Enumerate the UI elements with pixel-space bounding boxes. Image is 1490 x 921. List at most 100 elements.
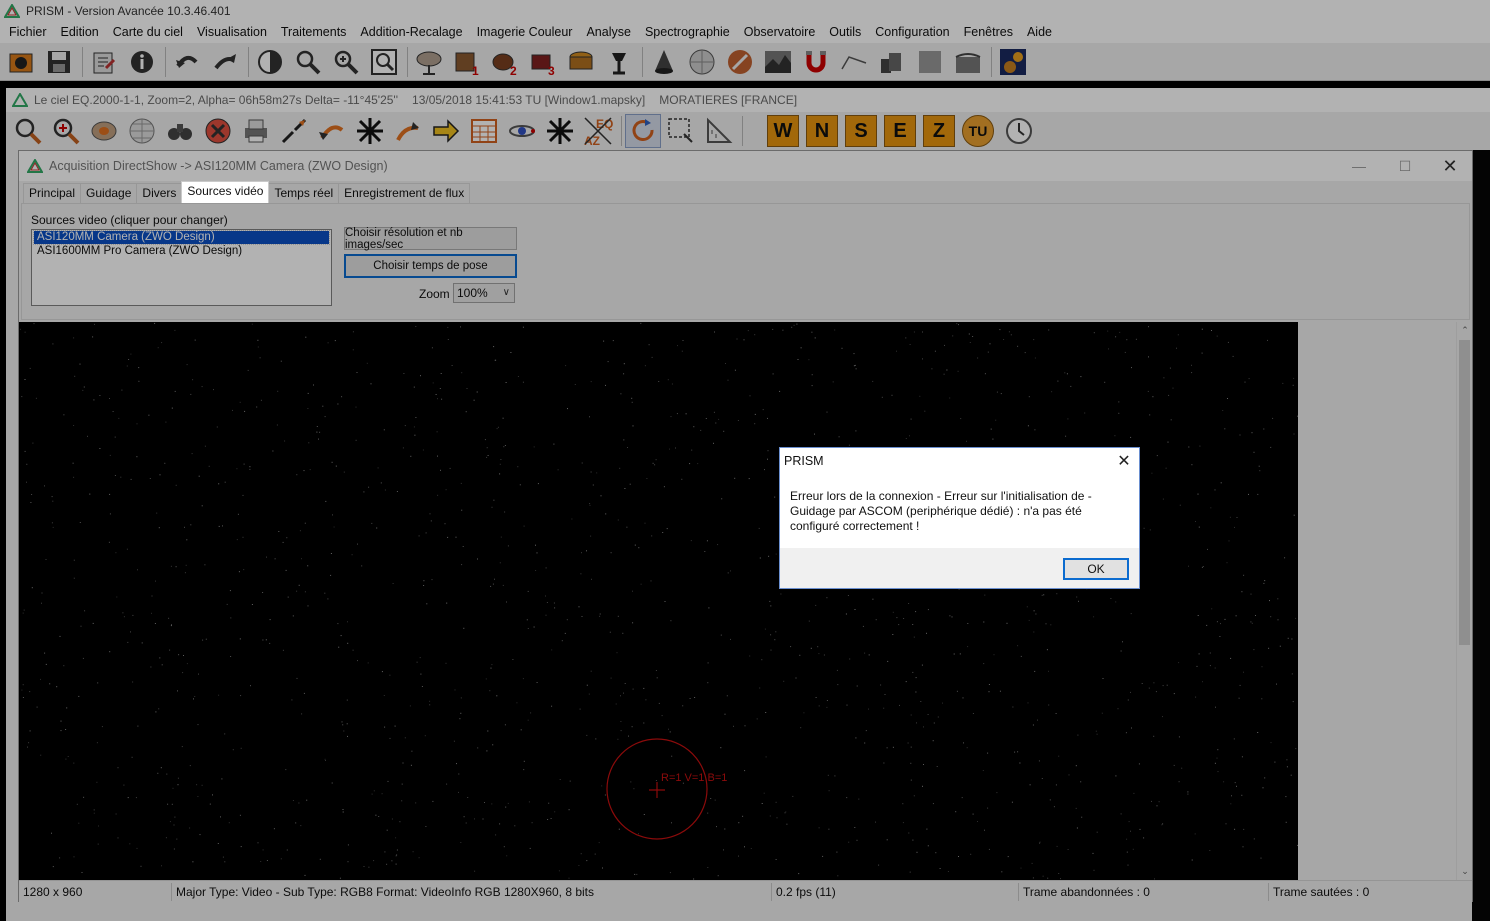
telescope-dish-icon[interactable] (411, 45, 447, 79)
stop-icon[interactable] (200, 114, 236, 148)
zoom-out-icon[interactable] (290, 45, 326, 79)
close-icon[interactable]: ✕ (1109, 448, 1139, 474)
orbit-icon[interactable] (504, 114, 540, 148)
menu-edition[interactable]: Edition (54, 22, 106, 43)
flip-icon[interactable] (390, 114, 426, 148)
city-icon[interactable] (950, 45, 986, 79)
star-burst-icon[interactable] (352, 114, 388, 148)
redo-icon[interactable] (207, 45, 243, 79)
save-icon[interactable] (41, 45, 77, 79)
menu-fichier[interactable]: Fichier (2, 22, 54, 43)
scrollbar-thumb[interactable] (1459, 340, 1470, 645)
direction-w-button[interactable]: W (767, 115, 799, 147)
menu-observatoire[interactable]: Observatoire (737, 22, 823, 43)
tab-principal[interactable]: Principal (23, 183, 82, 203)
zenith-button[interactable]: Z (923, 115, 955, 147)
clock-icon[interactable] (1001, 114, 1037, 148)
menu-fenetres[interactable]: Fenêtres (957, 22, 1020, 43)
prism-logo-icon (27, 159, 43, 173)
video-preview[interactable]: R=1 V=1 B=1 (19, 322, 1298, 880)
camera-2-icon[interactable]: 2 (487, 45, 523, 79)
globe-icon[interactable] (124, 114, 160, 148)
pen-icon[interactable] (722, 45, 758, 79)
contrast-icon[interactable] (252, 45, 288, 79)
camera-1-icon[interactable]: 1 (449, 45, 485, 79)
video-sources-list[interactable]: ASI120MM Camera (ZWO Design) ASI1600MM P… (31, 229, 332, 306)
horseshoe-icon[interactable] (798, 45, 834, 79)
arrow-right-icon[interactable] (428, 114, 464, 148)
list-item[interactable]: ASI120MM Camera (ZWO Design) (33, 230, 330, 245)
toolbar-separator (621, 116, 622, 146)
gray-square-icon[interactable] (912, 45, 948, 79)
menu-traitements[interactable]: Traitements (274, 22, 354, 43)
noise-image-icon[interactable] (760, 45, 796, 79)
menu-visualisation[interactable]: Visualisation (190, 22, 274, 43)
menu-carte-du-ciel[interactable]: Carte du ciel (106, 22, 190, 43)
binoculars-icon[interactable] (162, 114, 198, 148)
vertical-scrollbar[interactable]: ⌃ ⌄ (1456, 322, 1472, 880)
cross-arrows-icon[interactable] (542, 114, 578, 148)
ok-button[interactable]: OK (1063, 558, 1129, 580)
undo-icon[interactable] (169, 45, 205, 79)
tab-divers[interactable]: Divers (136, 183, 183, 203)
status-fps: 0.2 fps (11) (772, 882, 1019, 901)
main-toolbar: 1 2 3 (0, 43, 1490, 81)
menu-aide[interactable]: Aide (1020, 22, 1059, 43)
curve-icon[interactable] (836, 45, 872, 79)
sources-label: Sources video (cliquer pour changer) (31, 213, 228, 227)
tab-sources-video[interactable]: Sources vidéo (181, 181, 270, 203)
sphere-icon[interactable] (684, 45, 720, 79)
choose-resolution-button[interactable]: Choisir résolution et nb images/sec (344, 227, 517, 251)
zoom-in-icon[interactable] (328, 45, 364, 79)
tab-enregistrement-de-flux[interactable]: Enregistrement de flux (338, 183, 471, 203)
arrows-in-icon[interactable] (276, 114, 312, 148)
eq-az-icon[interactable]: EQAZ (580, 114, 616, 148)
gear-icon[interactable] (86, 114, 122, 148)
zoom-out-icon[interactable] (10, 114, 46, 148)
menu-configuration[interactable]: Configuration (868, 22, 956, 43)
stack-icon[interactable] (874, 45, 910, 79)
tab-temps-reel[interactable]: Temps réel (268, 183, 340, 203)
cone-icon[interactable] (646, 45, 682, 79)
direction-s-button[interactable]: S (845, 115, 877, 147)
ruler-icon[interactable] (701, 114, 737, 148)
status-dropped-frames: Trame abandonnées : 0 (1019, 882, 1269, 901)
menu-analyse[interactable]: Analyse (579, 22, 637, 43)
list-item[interactable]: ASI1600MM Pro Camera (ZWO Design) (34, 245, 329, 258)
menu-imagerie-couleur[interactable]: Imagerie Couleur (470, 22, 580, 43)
focuser-icon[interactable] (563, 45, 599, 79)
info-icon[interactable] (124, 45, 160, 79)
refresh-icon[interactable] (625, 114, 661, 148)
select-rect-icon[interactable] (663, 114, 699, 148)
print-icon[interactable] (238, 114, 274, 148)
rotate-icon[interactable] (314, 114, 350, 148)
menubar: Fichier Edition Carte du ciel Visualisat… (0, 22, 1490, 43)
menu-addition-recalage[interactable]: Addition-Recalage (353, 22, 469, 43)
tu-button[interactable]: TU (962, 115, 994, 147)
mount-icon[interactable] (601, 45, 637, 79)
sky-map-titlebar: Le ciel EQ.2000-1-1, Zoom=2, Alpha= 06h5… (6, 88, 1490, 112)
sky-map-title-time: 13/05/2018 15:41:53 TU [Window1.mapsky] (412, 93, 646, 107)
scroll-down-icon[interactable]: ⌄ (1459, 864, 1471, 878)
svg-text:3: 3 (548, 64, 555, 77)
calendar-icon[interactable] (466, 114, 502, 148)
scroll-up-icon[interactable]: ⌃ (1459, 323, 1471, 337)
zoom-in-icon[interactable] (48, 114, 84, 148)
weather-icon[interactable] (995, 45, 1031, 79)
tab-guidage[interactable]: Guidage (80, 183, 138, 203)
choose-exposure-button[interactable]: Choisir temps de pose (344, 254, 517, 278)
sky-map-canvas[interactable] (1472, 150, 1490, 921)
properties-icon[interactable] (86, 45, 122, 79)
zoom-fit-icon[interactable] (366, 45, 402, 79)
open-icon[interactable] (3, 45, 39, 79)
maximize-icon[interactable]: ☐ (1382, 151, 1428, 181)
direction-e-button[interactable]: E (884, 115, 916, 147)
acquisition-title: Acquisition DirectShow -> ASI120MM Camer… (49, 159, 388, 173)
close-icon[interactable]: ✕ (1427, 151, 1473, 181)
camera-3-icon[interactable]: 3 (525, 45, 561, 79)
minimize-icon[interactable]: — (1336, 151, 1382, 181)
direction-n-button[interactable]: N (806, 115, 838, 147)
menu-spectrographie[interactable]: Spectrographie (638, 22, 737, 43)
zoom-select[interactable]: 100% ∨ (453, 283, 515, 303)
menu-outils[interactable]: Outils (822, 22, 868, 43)
